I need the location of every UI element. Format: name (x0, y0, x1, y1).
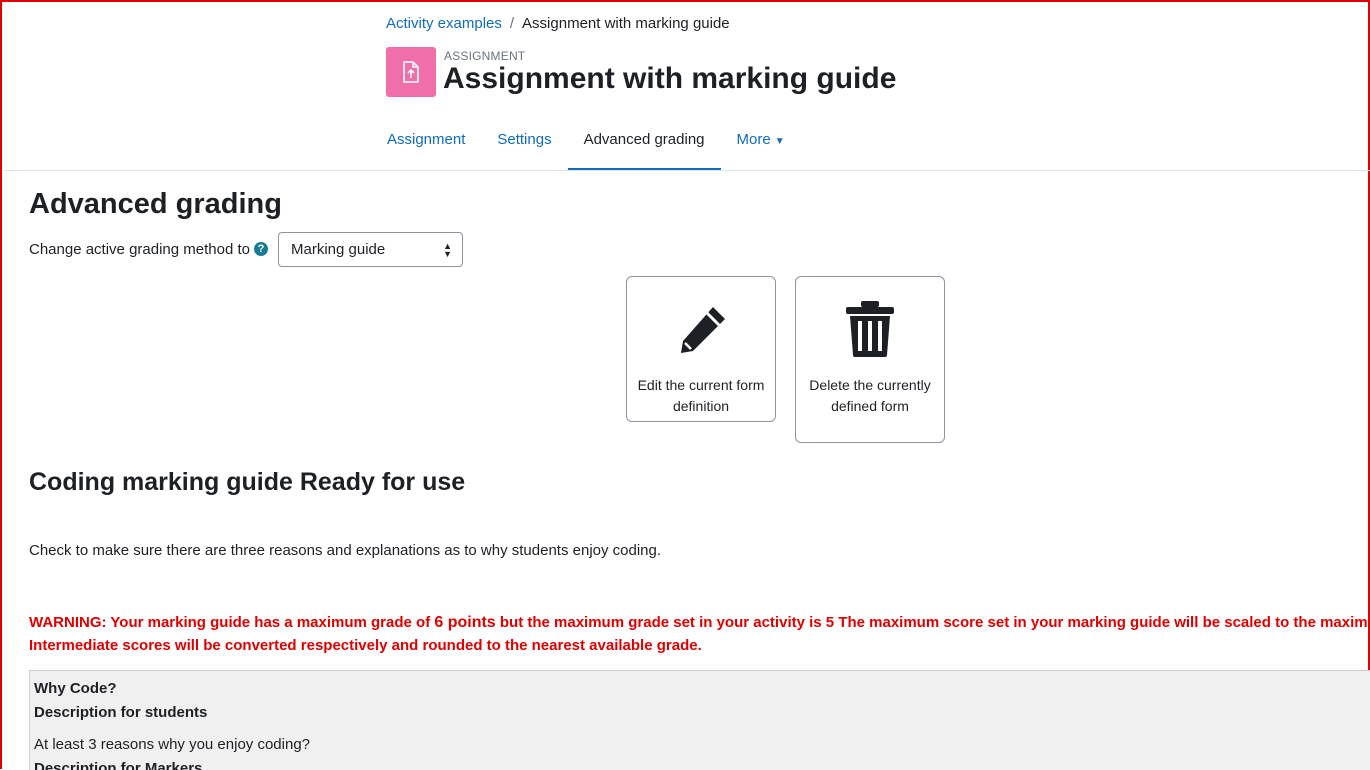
breadcrumb-separator: / (509, 15, 515, 32)
secondary-navigation: Assignment Settings Advanced grading Mor… (371, 120, 801, 171)
tab-settings[interactable]: Settings (481, 120, 567, 171)
grading-method-selected: Marking guide (291, 241, 386, 258)
edit-form-button[interactable]: Edit the current form definition (626, 276, 776, 422)
delete-form-button[interactable]: Delete the currently defined form (795, 276, 945, 443)
tab-more[interactable]: More ▼ (721, 120, 801, 171)
marking-guide-description: Check to make sure there are three reaso… (29, 542, 662, 559)
tab-more-label: More (736, 131, 771, 148)
edit-form-label: Edit the current form definition (637, 377, 765, 414)
tab-advanced-grading[interactable]: Advanced grading (567, 120, 721, 171)
criterion-panel: Why Code? Description for students At le… (29, 670, 1370, 770)
pencil-icon (681, 307, 725, 353)
activity-type-label: ASSIGNMENT (444, 49, 526, 63)
warning-text-2: but the maximum grade set in your activi… (499, 614, 1370, 631)
scale-warning: WARNING: Your marking guide has a maximu… (29, 611, 1370, 657)
advanced-grading-heading: Advanced grading (29, 188, 282, 220)
assignment-upload-icon (386, 47, 436, 97)
breadcrumb-activity-examples[interactable]: Activity examples (386, 15, 502, 32)
tab-assignment[interactable]: Assignment (371, 120, 481, 171)
delete-form-label: Delete the currently defined form (809, 377, 931, 414)
help-icon[interactable]: ? (254, 242, 268, 256)
breadcrumb: Activity examples / Assignment with markin… (386, 15, 730, 32)
criterion-students-label: Description for students (34, 704, 208, 721)
grading-method-select[interactable]: Marking guide ▲ ▼ (278, 232, 463, 267)
trash-icon (846, 301, 894, 357)
marking-guide-heading: Coding marking guide Ready for use (29, 468, 466, 496)
grading-method-label: Change active grading method to (29, 241, 250, 258)
warning-line-1: WARNING: Your marking guide has a maximu… (29, 611, 1370, 634)
page-title: Assignment with marking guide (443, 62, 897, 95)
breadcrumb-current: Assignment with marking guide (522, 15, 730, 32)
warning-points: 6 points (434, 614, 496, 631)
criterion-name: Why Code? (34, 680, 117, 697)
warning-text-1: WARNING: Your marking guide has a maximu… (29, 614, 435, 631)
warning-line-2: Intermediate scores will be converted re… (29, 637, 702, 654)
header-divider (4, 170, 1370, 171)
criterion-markers-label: Description for Markers (34, 760, 203, 770)
chevron-down-icon: ▼ (774, 136, 785, 147)
select-arrows-icon: ▲ ▼ (443, 241, 452, 259)
criterion-students-text: At least 3 reasons why you enjoy coding? (34, 736, 310, 753)
